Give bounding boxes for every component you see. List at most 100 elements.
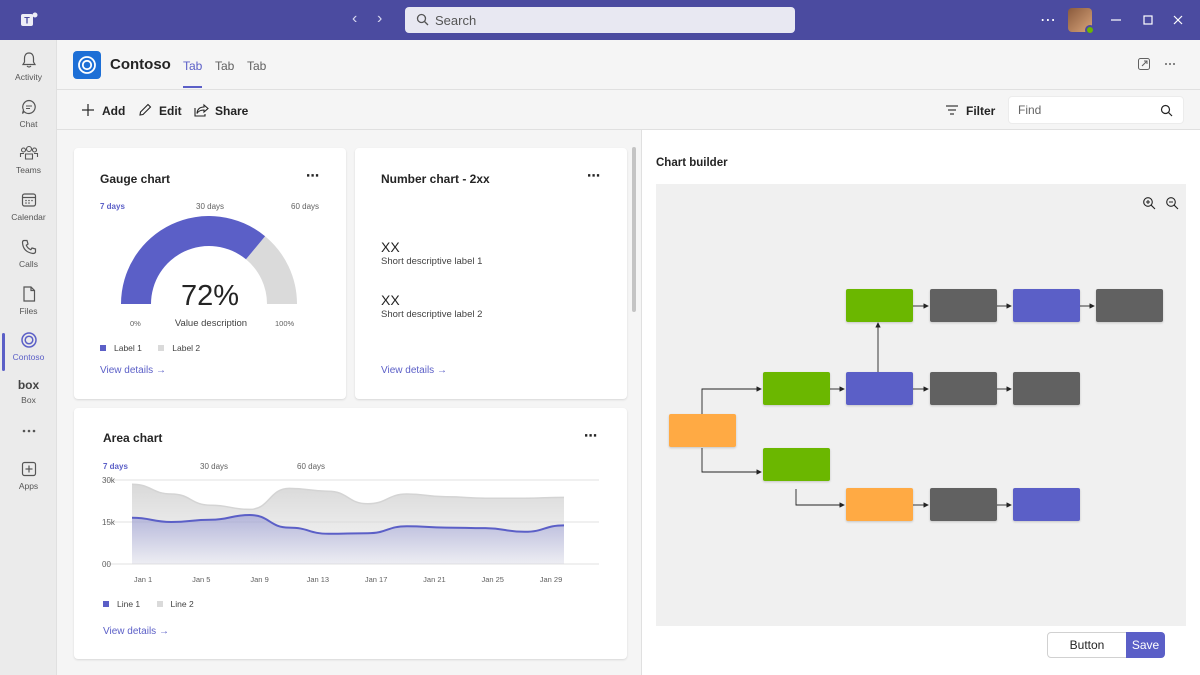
rail-item-label: Calendar bbox=[11, 212, 46, 222]
pencil-icon bbox=[139, 103, 152, 116]
node-gray[interactable] bbox=[930, 372, 997, 405]
close-icon[interactable] bbox=[1170, 12, 1186, 28]
search-placeholder: Search bbox=[435, 13, 477, 28]
node-purple[interactable] bbox=[1013, 289, 1080, 322]
node-orange[interactable] bbox=[669, 414, 736, 447]
contoso-logo-icon bbox=[73, 51, 101, 79]
add-button[interactable]: Add bbox=[81, 102, 125, 120]
app-title: Contoso bbox=[110, 56, 171, 73]
toolbar: Add Edit Share Filter bbox=[57, 90, 1200, 130]
add-label: Add bbox=[102, 104, 126, 118]
left-rail: Activity Chat Teams Calendar Calls Files… bbox=[0, 40, 57, 675]
legend-swatch bbox=[103, 601, 109, 607]
secondary-button[interactable]: Button bbox=[1047, 632, 1127, 658]
view-details-link[interactable]: View details → bbox=[100, 365, 166, 376]
x-tick-label: Jan 5 bbox=[192, 575, 210, 584]
legend: Label 1 Label 2 bbox=[100, 343, 200, 353]
legend-swatch bbox=[158, 345, 165, 351]
rail-item-apps[interactable]: Apps bbox=[0, 460, 57, 506]
pop-out-icon[interactable] bbox=[1137, 57, 1151, 71]
gauge-value: 72% bbox=[180, 280, 240, 312]
node-purple[interactable] bbox=[846, 372, 913, 405]
x-tick-label: Jan 9 bbox=[250, 575, 268, 584]
node-gray[interactable] bbox=[1096, 289, 1163, 322]
panel-title: Chart builder bbox=[656, 157, 728, 169]
x-axis-ticks: Jan 1 Jan 5 Jan 9 Jan 13 Jan 17 Jan 21 Jan 25 J… bbox=[134, 575, 562, 584]
filter-icon bbox=[946, 105, 958, 115]
node-green[interactable] bbox=[763, 372, 830, 405]
node-green[interactable] bbox=[763, 448, 830, 481]
card-title: Area chart bbox=[103, 431, 163, 445]
tab-1[interactable]: Tab bbox=[183, 59, 203, 88]
legend-label-1: Label 1 bbox=[114, 343, 142, 353]
save-button[interactable]: Save bbox=[1126, 632, 1165, 658]
more-apps-icon bbox=[22, 429, 35, 433]
range-7-days[interactable]: 7 days bbox=[100, 202, 125, 211]
search-icon bbox=[1160, 104, 1173, 117]
range-60-days[interactable]: 60 days bbox=[297, 462, 325, 471]
rail-item-calendar[interactable]: Calendar bbox=[0, 191, 57, 237]
node-gray[interactable] bbox=[1013, 372, 1080, 405]
filter-button[interactable]: Filter bbox=[945, 102, 995, 120]
node-gray[interactable] bbox=[930, 289, 997, 322]
node-green[interactable] bbox=[846, 289, 913, 322]
filter-label: Filter bbox=[966, 104, 996, 118]
more-options-icon[interactable]: ⋯ bbox=[1040, 10, 1057, 30]
range-30-days[interactable]: 30 days bbox=[200, 462, 228, 471]
back-icon[interactable]: ‹ bbox=[352, 10, 357, 28]
share-icon bbox=[194, 103, 209, 117]
find-field[interactable] bbox=[1008, 96, 1184, 124]
maximize-icon[interactable] bbox=[1140, 12, 1156, 28]
range-60-days[interactable]: 60 days bbox=[291, 202, 319, 211]
forward-icon[interactable]: › bbox=[377, 10, 382, 28]
range-7-days[interactable]: 7 days bbox=[103, 462, 128, 471]
rail-item-calls[interactable]: Calls bbox=[0, 238, 57, 284]
search-box[interactable]: Search bbox=[405, 7, 795, 33]
more-icon[interactable]: ⋯ bbox=[587, 168, 601, 184]
more-icon[interactable] bbox=[1163, 57, 1177, 71]
number-value-2: XX bbox=[381, 292, 400, 308]
rail-item-label: Teams bbox=[15, 165, 42, 175]
range-30-days[interactable]: 30 days bbox=[196, 202, 224, 211]
tab-2[interactable]: Tab bbox=[215, 59, 234, 73]
node-gray[interactable] bbox=[930, 488, 997, 521]
legend-label-2: Label 2 bbox=[172, 343, 201, 353]
rail-item-files[interactable]: Files bbox=[0, 285, 57, 331]
avatar[interactable] bbox=[1068, 8, 1095, 35]
minimize-icon[interactable] bbox=[1108, 12, 1124, 28]
edit-label: Edit bbox=[159, 104, 182, 118]
gauge-max-label: 100% bbox=[275, 319, 295, 328]
diagram-canvas[interactable] bbox=[656, 184, 1186, 626]
gauge-min-label: 0% bbox=[130, 319, 141, 328]
contoso-icon bbox=[20, 332, 37, 348]
node-purple[interactable] bbox=[1013, 488, 1080, 521]
share-button[interactable]: Share bbox=[194, 102, 248, 120]
edit-button[interactable]: Edit bbox=[138, 102, 182, 120]
search-icon bbox=[416, 13, 429, 26]
find-input[interactable] bbox=[1018, 102, 1158, 118]
title-bar: T ‹ › Search ⋯ bbox=[0, 0, 1200, 40]
node-orange[interactable] bbox=[846, 488, 913, 521]
number-value-1: XX bbox=[381, 239, 400, 255]
rail-item-label: Files bbox=[19, 306, 38, 316]
scrollbar[interactable] bbox=[632, 147, 636, 312]
legend-swatch bbox=[156, 601, 163, 607]
area-card: Area chart ⋯ 7 days 30 days 60 days 00 15… bbox=[74, 408, 627, 659]
rail-item-activity[interactable]: Activity bbox=[0, 51, 57, 97]
view-details-link[interactable]: View details → bbox=[103, 626, 169, 637]
apps-icon bbox=[21, 461, 36, 477]
rail-item-box[interactable]: box Box bbox=[0, 378, 57, 424]
svg-text:T: T bbox=[24, 16, 30, 26]
more-icon[interactable]: ⋯ bbox=[306, 168, 320, 184]
more-icon[interactable]: ⋯ bbox=[584, 428, 598, 444]
phone-icon bbox=[21, 239, 36, 255]
rail-item-teams[interactable]: Teams bbox=[0, 144, 57, 190]
rail-item-contoso[interactable]: Contoso bbox=[0, 331, 57, 377]
chart-builder-panel: Chart builder Button Save bbox=[641, 130, 1200, 675]
x-tick-label: Jan 17 bbox=[365, 575, 388, 584]
view-details-link[interactable]: View details → bbox=[381, 365, 447, 376]
y-axis-ticks: 00 15k 30k bbox=[102, 476, 116, 569]
rail-item-more[interactable] bbox=[0, 426, 57, 446]
rail-item-chat[interactable]: Chat bbox=[0, 98, 57, 144]
tab-3[interactable]: Tab bbox=[247, 59, 266, 73]
